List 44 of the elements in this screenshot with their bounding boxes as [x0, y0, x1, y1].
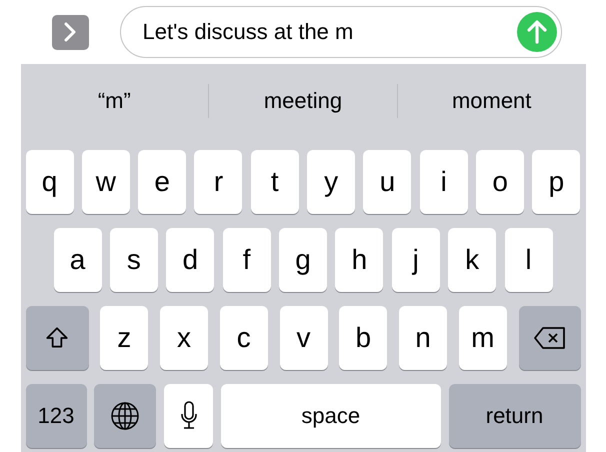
- letter-key[interactable]: z: [100, 306, 148, 370]
- message-bar[interactable]: Let's discuss at the m: [120, 6, 562, 58]
- microphone-icon: [180, 400, 198, 432]
- suggestion[interactable]: meeting: [260, 88, 346, 114]
- message-field[interactable]: Let's discuss at the m: [140, 18, 516, 46]
- letter-key[interactable]: p: [532, 150, 580, 214]
- letter-key[interactable]: n: [399, 306, 447, 370]
- suggestion[interactable]: moment: [448, 88, 536, 114]
- numbers-key[interactable]: 123: [26, 384, 86, 448]
- letter-key[interactable]: q: [26, 150, 74, 214]
- letter-key[interactable]: b: [339, 306, 388, 370]
- letter-key[interactable]: j: [392, 228, 440, 292]
- expand-button[interactable]: [52, 14, 88, 50]
- letter-key[interactable]: g: [279, 228, 327, 292]
- globe-icon: [110, 401, 140, 431]
- letter-key[interactable]: v: [280, 306, 328, 370]
- letter-key[interactable]: y: [307, 150, 356, 214]
- return-key[interactable]: return: [448, 384, 580, 448]
- letter-key[interactable]: x: [160, 306, 208, 370]
- letter-key[interactable]: e: [138, 150, 186, 214]
- letter-key[interactable]: c: [220, 306, 268, 370]
- suggestion[interactable]: “m”: [94, 88, 135, 114]
- letter-key[interactable]: i: [420, 150, 468, 214]
- shift-key[interactable]: [26, 306, 88, 370]
- letter-key[interactable]: t: [250, 150, 299, 214]
- letter-key[interactable]: k: [448, 228, 496, 292]
- letter-key[interactable]: w: [82, 150, 130, 214]
- chevron-right-icon: [63, 22, 77, 42]
- delete-key[interactable]: [518, 306, 580, 370]
- letter-key[interactable]: f: [222, 228, 271, 292]
- letter-key[interactable]: o: [476, 150, 524, 214]
- letter-key[interactable]: a: [54, 228, 102, 292]
- backspace-icon: [532, 326, 566, 350]
- letter-key[interactable]: d: [166, 228, 214, 292]
- letter-key[interactable]: h: [335, 228, 384, 292]
- letter-key[interactable]: u: [363, 150, 412, 214]
- dictation-key[interactable]: [164, 384, 213, 448]
- space-key[interactable]: space: [220, 384, 441, 448]
- letter-key[interactable]: r: [194, 150, 242, 214]
- arrow-up-icon: [526, 20, 546, 44]
- letter-key[interactable]: l: [504, 228, 552, 292]
- letter-key[interactable]: s: [110, 228, 158, 292]
- globe-key[interactable]: [94, 384, 156, 448]
- letter-key[interactable]: m: [458, 306, 507, 370]
